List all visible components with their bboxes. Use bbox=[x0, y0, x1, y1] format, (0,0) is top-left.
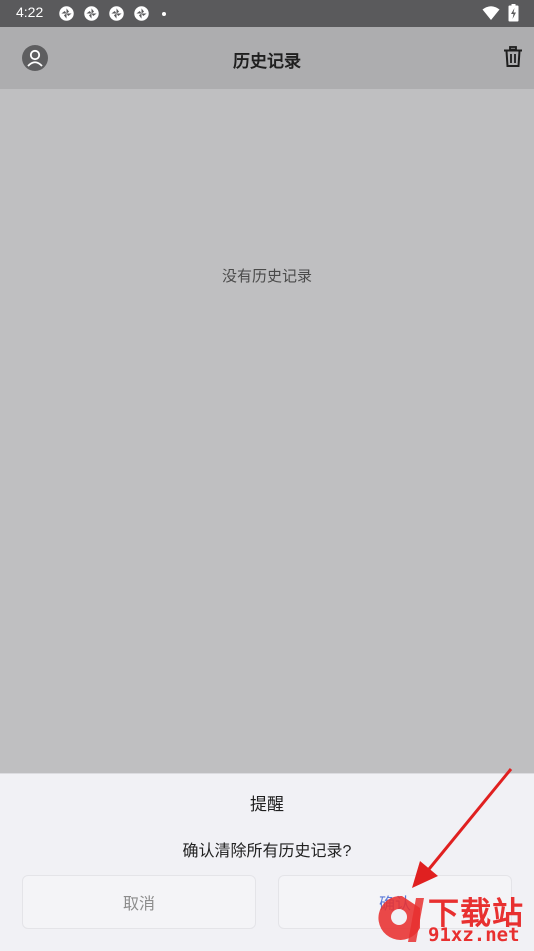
history-list-area: 没有历史记录 bbox=[0, 89, 534, 773]
trash-icon[interactable] bbox=[503, 46, 523, 68]
cancel-button[interactable]: 取消 bbox=[22, 875, 256, 929]
wifi-icon bbox=[482, 6, 500, 20]
app-notification-icon bbox=[84, 6, 99, 21]
app-bar: 历史记录 bbox=[0, 27, 534, 89]
page-title: 历史记录 bbox=[233, 52, 301, 71]
status-bar: 4:22 bbox=[0, 0, 534, 27]
app-notification-icon bbox=[59, 6, 74, 21]
status-time: 4:22 bbox=[16, 4, 44, 20]
watermark: 下载站 91xz.net bbox=[366, 890, 534, 950]
more-notifications-dot bbox=[162, 11, 166, 16]
annotation-arrow-icon bbox=[412, 768, 513, 888]
battery-charging-icon bbox=[508, 4, 519, 22]
watermark-url-text: 91xz.net bbox=[428, 924, 520, 946]
watermark-logo-icon bbox=[378, 895, 424, 942]
notification-icons bbox=[58, 5, 166, 22]
app-notification-icon bbox=[134, 6, 149, 21]
app-notification-icon bbox=[109, 6, 124, 21]
empty-state-text: 没有历史记录 bbox=[221, 268, 312, 285]
